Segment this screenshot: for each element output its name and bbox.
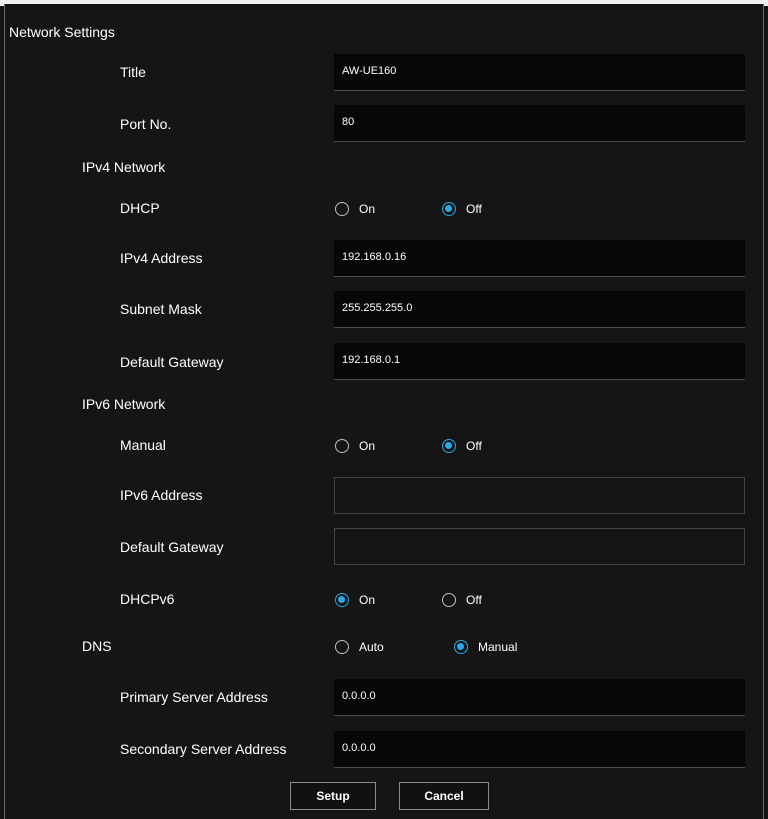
setup-button[interactable]: Setup — [290, 782, 376, 810]
dns-manual-label: Manual — [478, 640, 518, 654]
page-title: Network Settings — [9, 24, 115, 40]
title-label: Title — [120, 64, 146, 80]
dhcp-on-label: On — [359, 202, 376, 216]
ipv4-address-input[interactable]: 192.168.0.16 — [334, 240, 745, 277]
ipv6-address-input[interactable] — [334, 477, 745, 514]
radio-selected-icon — [442, 439, 456, 453]
manual-off-radio[interactable]: Off — [442, 438, 482, 454]
ipv4-section-title: IPv4 Network — [82, 159, 166, 175]
manual-on-radio[interactable]: On — [335, 438, 375, 454]
subnet-mask-label: Subnet Mask — [120, 301, 202, 317]
radio-selected-icon — [442, 202, 456, 216]
dhcpv6-label: DHCPv6 — [120, 591, 175, 607]
subnet-mask-input[interactable]: 255.255.255.0 — [334, 291, 745, 328]
manual-label: Manual — [120, 437, 166, 453]
dhcpv6-off-radio[interactable]: Off — [442, 592, 482, 608]
ipv6-gateway-input[interactable] — [334, 528, 745, 565]
manual-off-label: Off — [466, 439, 482, 453]
dhcp-off-label: Off — [466, 202, 482, 216]
radio-off-icon — [335, 202, 349, 216]
title-input[interactable]: AW-UE160 — [334, 54, 745, 91]
ipv6-address-label: IPv6 Address — [120, 487, 203, 503]
ipv4-address-value: 192.168.0.16 — [342, 251, 407, 263]
radio-off-icon — [335, 439, 349, 453]
cancel-button[interactable]: Cancel — [399, 782, 489, 810]
ipv6-gateway-label: Default Gateway — [120, 539, 224, 555]
port-label: Port No. — [120, 116, 172, 132]
dns-auto-label: Auto — [359, 640, 384, 654]
radio-off-icon — [335, 640, 349, 654]
dhcp-on-radio[interactable]: On — [335, 201, 375, 217]
dns-manual-radio[interactable]: Manual — [454, 639, 517, 655]
radio-selected-icon — [335, 593, 349, 607]
ipv4-gateway-value: 192.168.0.1 — [342, 354, 401, 366]
radio-off-icon — [442, 593, 456, 607]
manual-on-label: On — [359, 439, 376, 453]
secondary-dns-value: 0.0.0.0 — [342, 742, 376, 754]
title-value: AW-UE160 — [342, 65, 397, 77]
port-input[interactable]: 80 — [334, 105, 745, 142]
secondary-dns-input[interactable]: 0.0.0.0 — [334, 731, 745, 768]
primary-dns-input[interactable]: 0.0.0.0 — [334, 679, 745, 716]
dhcp-label: DHCP — [120, 200, 160, 216]
dhcpv6-on-label: On — [359, 593, 376, 607]
dhcpv6-off-label: Off — [466, 593, 482, 607]
dns-auto-radio[interactable]: Auto — [335, 639, 384, 655]
dhcp-off-radio[interactable]: Off — [442, 201, 482, 217]
radio-selected-icon — [454, 640, 468, 654]
dhcpv6-on-radio[interactable]: On — [335, 592, 375, 608]
ipv4-gateway-label: Default Gateway — [120, 354, 224, 370]
primary-dns-label: Primary Server Address — [120, 689, 268, 705]
primary-dns-value: 0.0.0.0 — [342, 690, 376, 702]
secondary-dns-label: Secondary Server Address — [120, 741, 287, 757]
dns-label: DNS — [82, 638, 112, 654]
subnet-mask-value: 255.255.255.0 — [342, 302, 413, 314]
ipv4-gateway-input[interactable]: 192.168.0.1 — [334, 343, 745, 380]
ipv6-section-title: IPv6 Network — [82, 396, 166, 412]
port-value: 80 — [342, 116, 355, 128]
ipv4-address-label: IPv4 Address — [120, 250, 203, 266]
